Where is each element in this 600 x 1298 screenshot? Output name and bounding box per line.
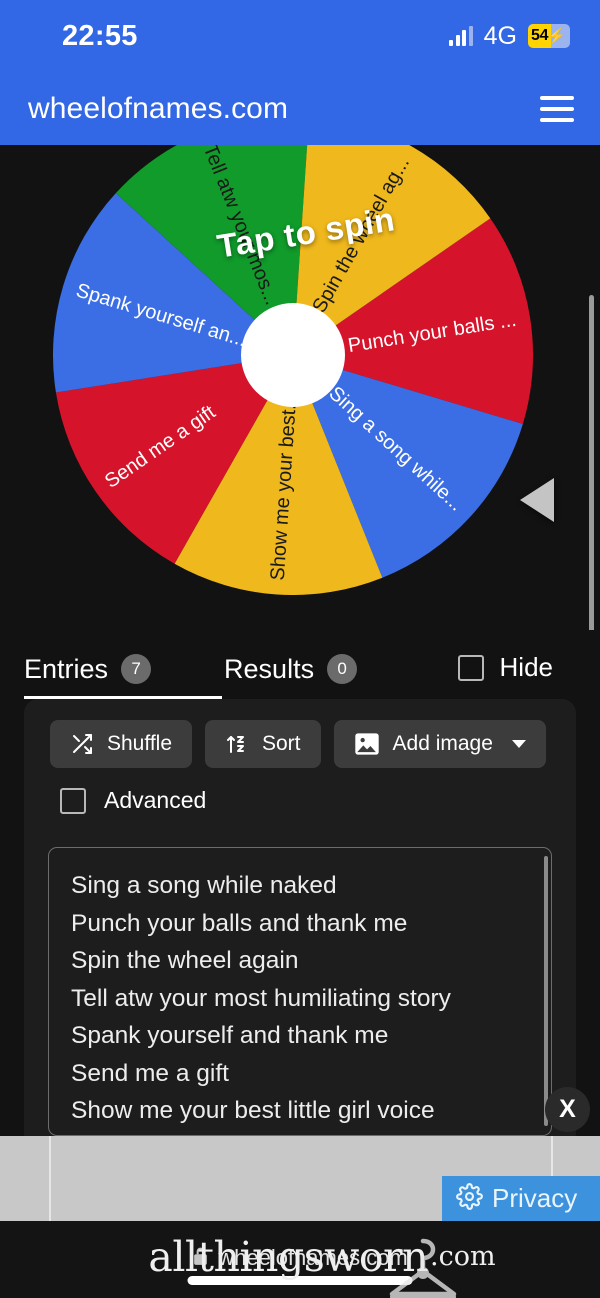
hide-checkbox-row[interactable]: Hide xyxy=(457,652,553,683)
entry-line: Send me a gift xyxy=(71,1059,229,1087)
battery-charging-icon: ⚡ xyxy=(547,28,566,45)
add-image-button[interactable]: Add image xyxy=(333,720,546,768)
entries-toolbar: Shuffle Sort Add image xyxy=(50,720,546,768)
battery-indicator: 54 ⚡ xyxy=(528,24,570,48)
entries-textarea[interactable]: Sing a song while naked Punch your balls … xyxy=(48,847,552,1136)
tab-results[interactable]: Results 0 xyxy=(224,640,358,698)
app-root: 22:55 4G 54 ⚡ wheelofnames.com Punch you… xyxy=(0,0,600,1298)
home-indicator xyxy=(187,1276,413,1285)
wheel-hub[interactable] xyxy=(241,303,345,407)
gear-icon xyxy=(456,1182,483,1215)
entry-line: Show me your best little girl voice xyxy=(71,1097,435,1124)
signal-bars-icon xyxy=(449,26,473,46)
entries-panel: Shuffle Sort Add image Advanced Sing a s… xyxy=(24,699,576,1136)
tab-entries[interactable]: Entries 7 xyxy=(24,640,152,698)
chevron-down-icon[interactable] xyxy=(511,740,526,748)
footer-url-text: wheelofnames.com xyxy=(218,1245,408,1270)
status-indicators: 4G 54 ⚡ xyxy=(449,22,570,51)
entries-textarea-scrollbar[interactable] xyxy=(544,856,548,1126)
advanced-checkbox-row[interactable]: Advanced xyxy=(60,787,206,814)
tab-results-count: 0 xyxy=(327,654,358,684)
advanced-checkbox[interactable] xyxy=(60,787,86,814)
wheel-pointer-icon xyxy=(520,478,554,522)
privacy-button[interactable]: Privacy xyxy=(442,1176,600,1221)
lock-icon xyxy=(192,1246,209,1271)
footer-url-row[interactable]: wheelofnames.com xyxy=(0,1245,600,1271)
advanced-label: Advanced xyxy=(104,787,207,813)
entry-line: Sing a song while naked xyxy=(71,872,337,899)
close-button[interactable]: X xyxy=(545,1087,590,1132)
site-title: wheelofnames.com xyxy=(28,91,289,125)
battery-percent-label: 54 xyxy=(531,27,549,44)
tab-entries-count: 7 xyxy=(121,654,152,684)
network-type-label: 4G xyxy=(483,21,517,50)
image-icon xyxy=(354,732,380,756)
add-image-label: Add image xyxy=(392,732,493,755)
status-clock: 22:55 xyxy=(62,19,138,52)
sort-az-icon xyxy=(225,732,249,756)
status-bar: 22:55 4G 54 ⚡ xyxy=(0,0,600,72)
spin-wheel[interactable]: Punch your balls ... Sing a song while...… xyxy=(53,145,533,595)
hide-checkbox[interactable] xyxy=(457,654,484,681)
page-scrollbar[interactable] xyxy=(589,295,594,630)
sort-label: Sort xyxy=(262,732,301,755)
entry-line: Spank yourself and thank me xyxy=(71,1022,389,1049)
sort-button[interactable]: Sort xyxy=(205,720,321,768)
tab-entries-label: Entries xyxy=(24,653,109,684)
browser-footer: wheelofnames.com xyxy=(0,1221,600,1298)
privacy-label: Privacy xyxy=(492,1183,578,1213)
hamburger-menu-icon[interactable] xyxy=(540,95,574,122)
shuffle-label: Shuffle xyxy=(107,732,172,755)
entry-line: Tell atw your most humiliating story xyxy=(71,984,451,1012)
entry-line: Punch your balls and thank me xyxy=(71,909,408,937)
ad-divider-left xyxy=(49,1136,51,1221)
tab-results-label: Results xyxy=(224,653,315,684)
browser-title-bar: wheelofnames.com xyxy=(0,72,600,145)
wheel-stage[interactable]: Punch your balls ... Sing a song while...… xyxy=(0,145,600,630)
shuffle-button[interactable]: Shuffle xyxy=(50,720,192,768)
entry-line: Spin the wheel again xyxy=(71,947,299,974)
shuffle-icon xyxy=(70,732,94,756)
hide-label: Hide xyxy=(499,652,553,682)
